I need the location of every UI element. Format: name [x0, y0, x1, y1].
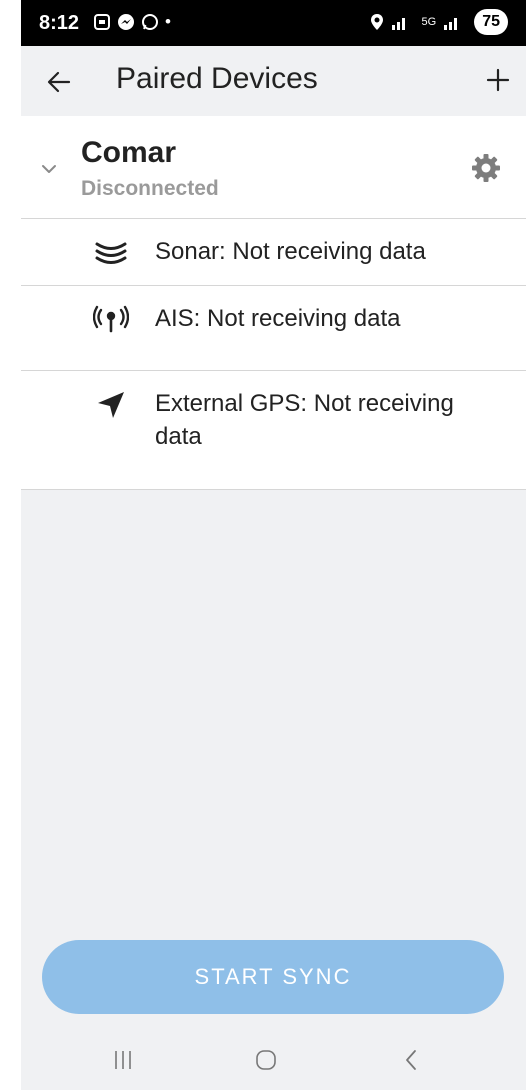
nav-back-button[interactable] — [391, 1044, 431, 1076]
gps-arrow-icon — [93, 387, 129, 423]
device-row[interactable]: Comar Disconnected — [21, 116, 526, 218]
home-button[interactable] — [246, 1044, 286, 1076]
feature-row-ais: AIS: Not receiving data — [21, 286, 526, 370]
recent-apps-button[interactable] — [103, 1044, 143, 1076]
dot-icon: • — [165, 12, 171, 31]
signal-icon — [391, 18, 405, 30]
sonar-icon — [93, 234, 129, 270]
start-sync-button[interactable]: START SYNC — [42, 940, 504, 1014]
feature-label-ais: AIS: Not receiving data — [155, 305, 401, 332]
plus-icon — [486, 68, 510, 92]
gear-icon[interactable] — [470, 152, 502, 184]
home-icon — [256, 1050, 276, 1070]
divider — [21, 489, 526, 490]
battery-badge: 75 — [474, 9, 508, 35]
recent-apps-icon — [115, 1051, 131, 1069]
feature-row-gps: External GPS: Not receiving data — [21, 371, 526, 489]
device-name: Comar — [81, 136, 177, 169]
back-arrow-icon — [47, 71, 71, 93]
chevron-down-icon[interactable] — [37, 156, 61, 180]
feature-label-sonar: Sonar: Not receiving data — [155, 238, 426, 265]
phone-screen: 8:12 • 5G 75 Paired Devices Comar Discon… — [21, 0, 526, 1090]
app-header: Paired Devices — [21, 46, 526, 116]
location-icon — [370, 14, 383, 30]
notification-icons: • — [93, 11, 171, 33]
screenshot-icon — [94, 14, 110, 30]
device-status: Disconnected — [81, 177, 219, 200]
network-type-label: 5G — [421, 16, 437, 28]
status-bar: 8:12 • 5G 75 — [21, 0, 526, 46]
feature-label-gps: External GPS: Not receiving data — [155, 390, 454, 450]
signal-icon-2 — [444, 18, 458, 30]
ais-icon — [93, 301, 129, 337]
device-card: Comar Disconnected Sonar: Not receiving … — [21, 116, 526, 490]
feature-row-sonar: Sonar: Not receiving data — [21, 219, 526, 285]
nav-back-icon — [406, 1050, 416, 1070]
status-right: 5G 75 — [370, 9, 508, 35]
add-device-button[interactable] — [476, 58, 520, 102]
whatsapp-icon — [142, 14, 158, 30]
page-title: Paired Devices — [116, 62, 318, 95]
back-button[interactable] — [37, 60, 81, 104]
messenger-icon — [118, 14, 134, 30]
system-nav-bar — [21, 1030, 526, 1090]
status-time: 8:12 — [39, 12, 80, 34]
